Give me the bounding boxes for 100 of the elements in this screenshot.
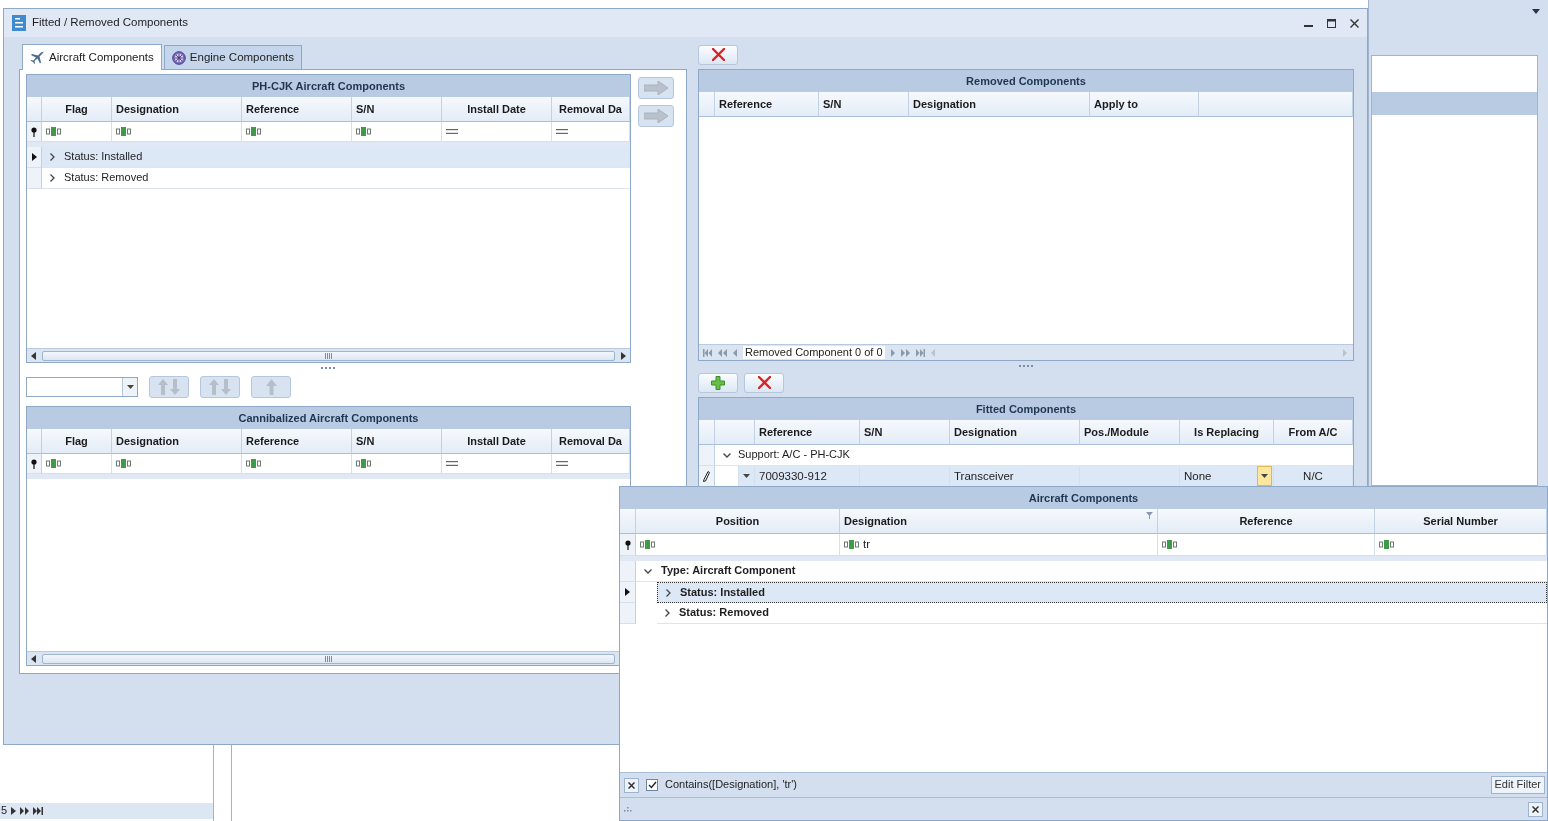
filter-field[interactable] — [352, 454, 442, 474]
text-filter-icon — [356, 127, 371, 136]
grid-title: Removed Components — [699, 70, 1353, 92]
horizontal-scrollbar[interactable] — [27, 348, 630, 362]
expand-cell[interactable] — [739, 466, 755, 487]
filter-field[interactable] — [552, 122, 630, 142]
caret-down-icon — [126, 385, 134, 389]
column-header[interactable]: Install Date — [442, 429, 552, 454]
column-header[interactable]: Removal Da — [552, 429, 630, 454]
close-button[interactable] — [1528, 801, 1543, 817]
grip-icon — [325, 655, 332, 662]
double-right-arrow-icon — [900, 348, 910, 357]
column-header[interactable]: Designation — [112, 97, 242, 122]
text-filter-icon — [246, 459, 261, 468]
row-pointer-icon — [31, 153, 37, 161]
delete-button[interactable] — [698, 44, 738, 65]
pager-text: 5 — [1, 804, 8, 818]
column-header[interactable]: Reference — [715, 92, 819, 117]
column-header[interactable]: Reference — [242, 429, 352, 454]
row-indicator — [699, 420, 715, 445]
group-row[interactable]: Status: Installed — [42, 147, 630, 168]
column-header[interactable]: Flag — [42, 429, 112, 454]
column-header[interactable]: Designation — [950, 420, 1080, 445]
clear-filter-button[interactable] — [624, 777, 639, 793]
window-title: Fitted / Removed Components — [32, 16, 189, 30]
row-indicator — [699, 92, 715, 117]
close-icon[interactable] — [1350, 18, 1359, 28]
text-filter-icon — [116, 459, 131, 468]
scroll-thumb[interactable] — [42, 653, 615, 664]
caret-down-icon — [1532, 9, 1540, 14]
column-header[interactable]: Position — [636, 509, 840, 534]
airplane-icon — [30, 51, 45, 64]
filter-field[interactable] — [242, 454, 352, 474]
filter-checkbox[interactable] — [646, 779, 658, 791]
grid-title: PH-CJK Aircraft Components — [27, 75, 630, 97]
edit-filter-button[interactable]: Edit Filter — [1490, 776, 1545, 794]
table-cell: 7009330-912 — [755, 466, 860, 487]
close-icon — [1532, 805, 1539, 813]
filter-field[interactable]: tr — [840, 534, 1158, 556]
double-left-arrow-icon — [718, 348, 727, 357]
column-header[interactable]: Removal Da — [552, 97, 630, 122]
filter-field[interactable] — [552, 454, 630, 474]
column-header[interactable]: Pos./Module — [1080, 420, 1180, 445]
dropdown-field[interactable] — [26, 377, 138, 397]
pin-icon — [624, 539, 631, 550]
column-header[interactable]: S/N — [819, 92, 909, 117]
column-header[interactable]: Apply to — [1090, 92, 1199, 117]
right-arrow-icon — [11, 807, 17, 815]
column-header[interactable]: Reference — [242, 97, 352, 122]
column-header[interactable]: Designation — [840, 509, 1158, 534]
filter-field[interactable] — [636, 534, 840, 556]
column-header[interactable]: Install Date — [442, 97, 552, 122]
filter-field[interactable] — [242, 122, 352, 142]
filter-field[interactable] — [112, 454, 242, 474]
up-down-arrows-icon — [209, 379, 231, 395]
maximize-icon[interactable] — [1327, 18, 1336, 28]
app-logo-icon — [12, 15, 26, 31]
close-icon — [628, 781, 635, 789]
tab[interactable]: Engine Components — [163, 45, 303, 69]
column-header[interactable]: S/N — [860, 420, 950, 445]
column-header[interactable]: From A/C — [1274, 420, 1353, 445]
caret-down-icon — [1261, 474, 1268, 478]
column-header — [715, 420, 755, 445]
dropdown-button[interactable] — [1257, 466, 1272, 486]
filter-field[interactable] — [352, 122, 442, 142]
scroll-thumb[interactable] — [42, 350, 615, 361]
dropdown-field[interactable]: None — [1180, 466, 1274, 487]
group-row[interactable]: Status: Installed — [657, 582, 1547, 603]
equals-filter-icon — [556, 129, 568, 134]
filter-field[interactable] — [1375, 534, 1547, 556]
tab[interactable]: Aircraft Components — [22, 44, 162, 70]
text-filter-icon — [1379, 540, 1394, 549]
column-header[interactable]: S/N — [352, 97, 442, 122]
arrow-right-icon — [644, 109, 668, 123]
pin-icon — [31, 458, 37, 469]
double-right-arrow-icon — [20, 807, 30, 815]
left-arrow-icon — [733, 348, 737, 357]
text-filter-icon — [640, 540, 655, 549]
column-header[interactable]: Designation — [112, 429, 242, 454]
column-header[interactable]: Serial Number — [1375, 509, 1547, 534]
add-button[interactable] — [698, 372, 738, 393]
up-down-arrows-icon — [158, 379, 180, 395]
filter-field[interactable] — [1158, 534, 1375, 556]
text-filter-icon — [46, 459, 61, 468]
column-header[interactable]: Reference — [755, 420, 860, 445]
column-header[interactable]: S/N — [352, 429, 442, 454]
filter-field[interactable] — [112, 122, 242, 142]
column-header[interactable]: Is Replacing — [1180, 420, 1274, 445]
right-arrow-icon — [621, 351, 626, 360]
text-filter-icon — [116, 127, 131, 136]
column-header[interactable]: Flag — [42, 97, 112, 122]
column-header[interactable]: Designation — [909, 92, 1090, 117]
filter-field[interactable] — [42, 122, 112, 142]
plus-icon — [711, 375, 725, 390]
filter-field[interactable] — [442, 454, 552, 474]
filter-field[interactable] — [442, 122, 552, 142]
filter-field[interactable] — [42, 454, 112, 474]
delete-button[interactable] — [744, 372, 784, 393]
last-arrow-icon — [33, 807, 44, 815]
column-header[interactable]: Reference — [1158, 509, 1375, 534]
